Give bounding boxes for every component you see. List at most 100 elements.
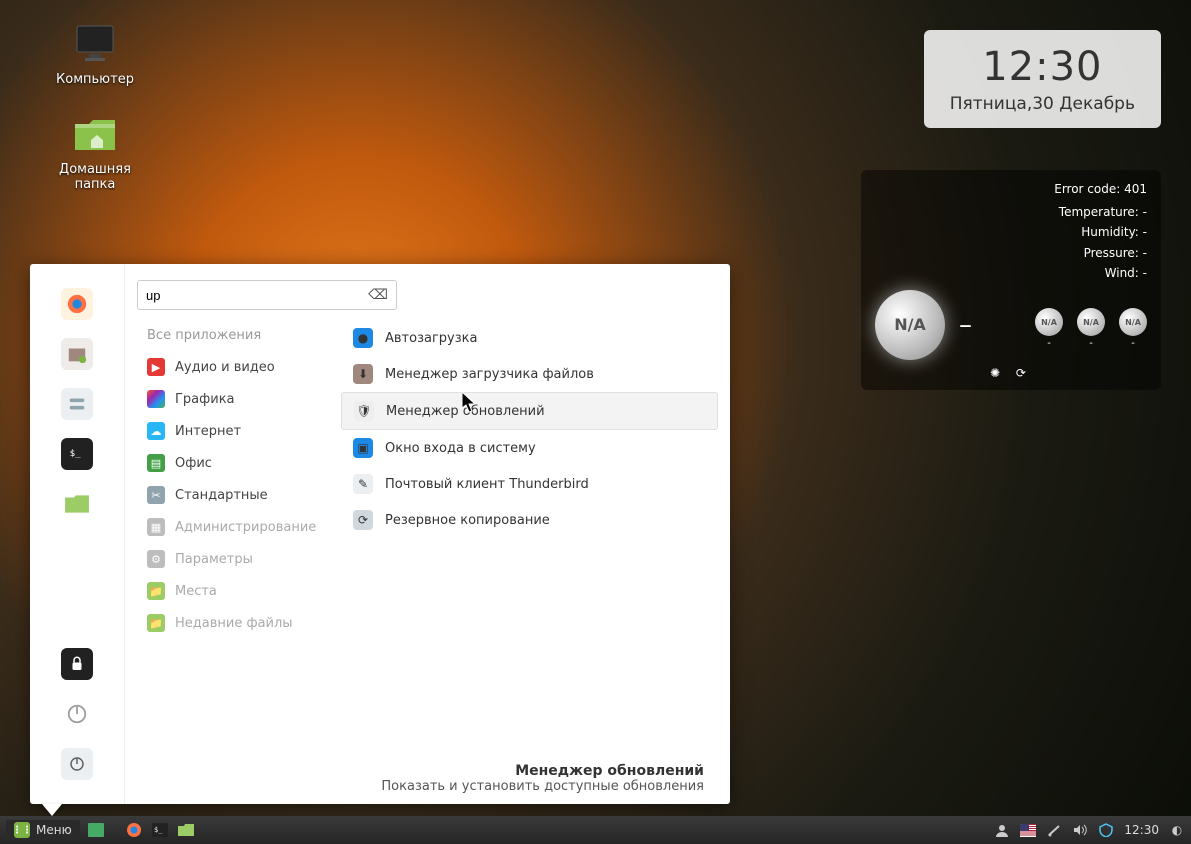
footer-title: Менеджер обновлений xyxy=(151,763,704,779)
tray-overflow-icon[interactable]: ◐ xyxy=(1169,822,1185,838)
apps-list: ●Автозагрузка ⬇ Менеджер загрузчика файлов… xyxy=(341,320,718,752)
taskbar-menu-button[interactable]: ⋮⋮ Меню xyxy=(6,820,80,840)
home-folder-icon xyxy=(71,110,119,158)
weather-controls[interactable]: ✺ ⟳ xyxy=(875,366,1147,380)
category-item[interactable]: ▤ Офис xyxy=(137,447,337,479)
category-item[interactable]: 📁 Места xyxy=(137,575,337,607)
category-icon: 📁 xyxy=(147,614,165,632)
fav-logout[interactable] xyxy=(61,698,93,730)
app-label: Менеджер загрузчика файлов xyxy=(385,367,594,382)
category-item[interactable]: ✂ Стандартные xyxy=(137,479,337,511)
app-item[interactable]: ⬇ Менеджер загрузчика файлов xyxy=(341,356,718,392)
menu-pointer xyxy=(42,804,62,816)
fav-firefox[interactable] xyxy=(61,288,93,320)
category-item[interactable]: ▦ Администрирование xyxy=(137,511,337,543)
category-icon: ▤ xyxy=(147,454,165,472)
tray-keyboard-layout[interactable] xyxy=(1020,822,1036,838)
svg-text:$_: $_ xyxy=(154,826,163,834)
desktop-icon-home[interactable]: Домашняя папка xyxy=(40,110,150,192)
fav-shutdown[interactable] xyxy=(61,748,93,780)
category-icon: ✂ xyxy=(147,486,165,504)
tray-user-icon[interactable] xyxy=(994,822,1010,838)
app-item[interactable]: ●Автозагрузка xyxy=(341,320,718,356)
clock-time: 12:30 xyxy=(950,44,1135,90)
category-label: Стандартные xyxy=(175,488,268,503)
footer-description: Показать и установить доступные обновлен… xyxy=(151,779,704,794)
taskbar-show-desktop[interactable] xyxy=(86,821,106,839)
category-icon: ▶ xyxy=(147,358,165,376)
category-icon: ⚙ xyxy=(147,550,165,568)
category-label: Графика xyxy=(175,392,235,407)
taskbar-launcher-files[interactable] xyxy=(176,821,196,839)
app-label: Окно входа в систему xyxy=(385,441,536,456)
taskbar: ⋮⋮ Меню $_ 12:30 ◐ xyxy=(0,816,1191,844)
system-tray: 12:30 ◐ xyxy=(994,822,1185,838)
desktop-icon-computer[interactable]: Компьютер xyxy=(40,20,150,87)
taskbar-menu-label: Меню xyxy=(36,823,72,837)
category-label: Недавние файлы xyxy=(175,616,293,631)
fav-terminal[interactable]: $_ xyxy=(61,438,93,470)
fav-system-settings[interactable] xyxy=(61,388,93,420)
category-item[interactable]: ▶ Аудио и видео xyxy=(137,351,337,383)
category-item[interactable]: Графика xyxy=(137,383,337,415)
forecast-day: N/A- xyxy=(1077,308,1105,349)
clock-widget: 12:30 Пятница,30 Декабрь xyxy=(924,30,1161,128)
clock-date: Пятница,30 Декабрь xyxy=(950,94,1135,114)
category-label: Администрирование xyxy=(175,520,316,535)
category-label: Аудио и видео xyxy=(175,360,275,375)
app-icon: ● xyxy=(353,328,373,348)
weather-temperature: Temperature: - xyxy=(875,202,1147,222)
menu-footer: Менеджер обновлений Показать и установит… xyxy=(137,752,718,794)
category-icon: ☁ xyxy=(147,422,165,440)
category-label: Места xyxy=(175,584,217,599)
category-icon: 📁 xyxy=(147,582,165,600)
category-icon xyxy=(147,390,165,408)
app-icon: ⬇ xyxy=(353,364,373,384)
fav-lock[interactable] xyxy=(61,648,93,680)
app-icon: ⟳ xyxy=(353,510,373,530)
app-item[interactable]: 🛡 Менеджер обновлений xyxy=(341,392,718,430)
taskbar-launcher-firefox[interactable] xyxy=(124,821,144,839)
fav-software-manager[interactable] xyxy=(61,338,93,370)
fav-files[interactable] xyxy=(61,488,93,520)
weather-pressure: Pressure: - xyxy=(875,243,1147,263)
weather-condition-icon: N/A xyxy=(875,290,945,360)
weather-widget: Error code: 401 Temperature: - Humidity:… xyxy=(861,170,1161,390)
svg-text:$_: $_ xyxy=(70,448,82,459)
tray-network-icon[interactable] xyxy=(1046,822,1062,838)
app-icon: ✎ xyxy=(353,474,373,494)
tray-volume-icon[interactable] xyxy=(1072,822,1088,838)
categories-header: Все приложения xyxy=(137,320,337,351)
favorites-column: $_ xyxy=(30,264,125,804)
app-label: Менеджер обновлений xyxy=(386,404,545,419)
taskbar-launcher-terminal[interactable]: $_ xyxy=(150,821,170,839)
forecast-day: N/A- xyxy=(1119,308,1147,349)
forecast-day: N/A- xyxy=(1035,308,1063,349)
start-menu: $_ ⌫ Все приложения ▶ Аудио и видео График… xyxy=(30,264,730,804)
menu-search-input[interactable] xyxy=(146,288,368,303)
categories-list: Все приложения ▶ Аудио и видео Графика ☁ Инт… xyxy=(137,320,337,752)
category-item[interactable]: 📁 Недавние файлы xyxy=(137,607,337,639)
app-item[interactable]: ▣Окно входа в систему xyxy=(341,430,718,466)
menu-search[interactable]: ⌫ xyxy=(137,280,397,310)
category-label: Офис xyxy=(175,456,212,471)
weather-error: Error code: 401 xyxy=(875,182,1147,196)
category-item[interactable]: ☁ Интернет xyxy=(137,415,337,447)
app-item[interactable]: ✎ Почтовый клиент Thunderbird xyxy=(341,466,718,502)
app-item[interactable]: ⟳ Резервное копирование xyxy=(341,502,718,538)
clear-search-icon[interactable]: ⌫ xyxy=(368,287,388,303)
category-label: Интернет xyxy=(175,424,241,439)
weather-wind: Wind: - xyxy=(875,263,1147,283)
computer-icon xyxy=(71,20,119,68)
tray-clock[interactable]: 12:30 xyxy=(1124,823,1159,837)
category-icon: ▦ xyxy=(147,518,165,536)
category-item[interactable]: ⚙ Параметры xyxy=(137,543,337,575)
app-label: Почтовый клиент Thunderbird xyxy=(385,477,589,492)
desktop-icon-label: Домашняя папка xyxy=(40,162,150,192)
tray-updates-icon[interactable] xyxy=(1098,822,1114,838)
weather-current-temp: – xyxy=(959,310,972,340)
category-label: Параметры xyxy=(175,552,253,567)
app-icon: 🛡 xyxy=(354,401,374,421)
app-label: Резервное копирование xyxy=(385,513,550,528)
mint-logo-icon: ⋮⋮ xyxy=(14,822,30,838)
